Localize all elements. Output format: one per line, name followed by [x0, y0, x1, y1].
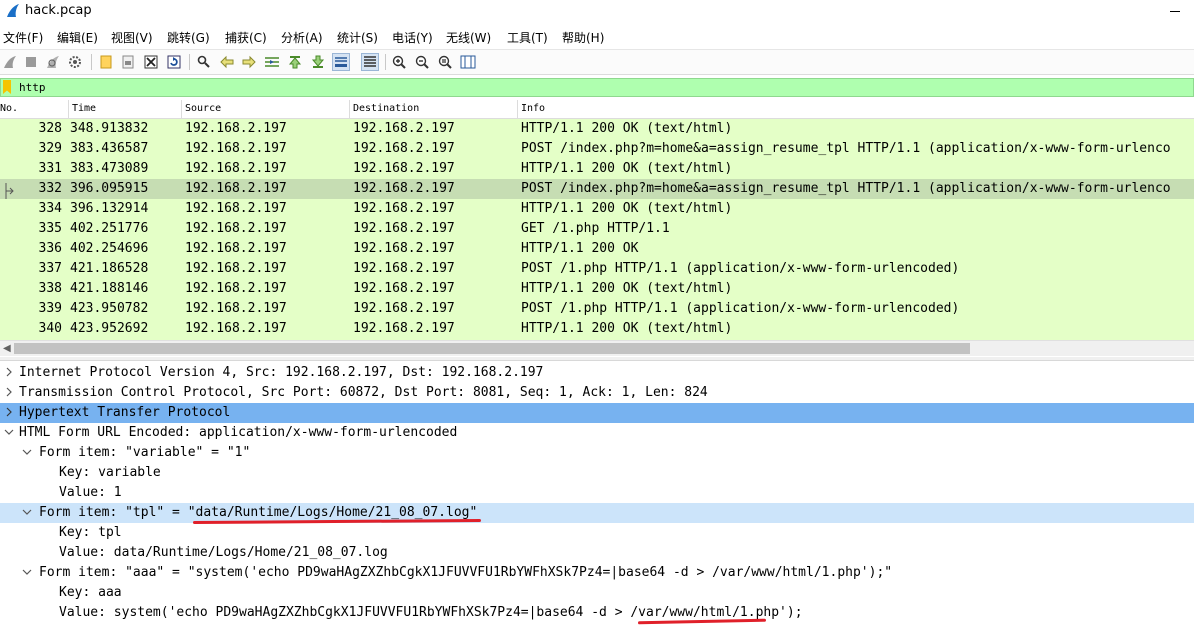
menu-wireless[interactable]: 无线(W) — [446, 29, 491, 46]
capture-options-gear-icon[interactable] — [66, 53, 84, 71]
column-header-destination[interactable]: Destination — [349, 100, 517, 119]
autoscroll-icon[interactable] — [332, 53, 350, 71]
pane-splitter[interactable] — [0, 357, 1194, 361]
tree-item-form-variable[interactable]: Form item: "variable" = "1" — [0, 443, 1194, 463]
minimize-icon[interactable] — [1170, 11, 1180, 12]
chevron-down-icon[interactable] — [3, 426, 15, 438]
filter-bookmark-icon[interactable] — [3, 80, 11, 94]
window-title: hack.pcap — [25, 3, 92, 18]
tree-item-value[interactable]: Value: system('echo PD9waHAgZXZhbCgkX1JF… — [0, 603, 1194, 623]
reload-icon[interactable] — [165, 53, 183, 71]
display-filter-input[interactable]: http — [19, 81, 46, 94]
chevron-down-icon[interactable] — [21, 506, 33, 518]
go-to-packet-icon[interactable] — [263, 53, 281, 71]
menu-analyze[interactable]: 分析(A) — [281, 29, 323, 46]
tree-item-key[interactable]: Key: variable — [0, 463, 1194, 483]
stop-square-icon[interactable] — [22, 53, 40, 71]
packet-details-tree: Internet Protocol Version 4, Src: 192.16… — [0, 363, 1194, 629]
go-first-icon[interactable] — [286, 53, 304, 71]
go-back-icon[interactable] — [218, 53, 236, 71]
tree-item-http[interactable]: Hypertext Transfer Protocol — [0, 403, 1194, 423]
menu-edit[interactable]: 编辑(E) — [57, 29, 98, 46]
display-filter-bar[interactable]: http — [0, 78, 1194, 97]
packet-row-selected[interactable]: 332 396.095915 192.168.2.197 192.168.2.1… — [0, 179, 1194, 199]
menu-view[interactable]: 视图(V) — [111, 29, 153, 46]
packet-list-hscrollbar[interactable]: ◀ — [0, 340, 1194, 356]
column-header-info[interactable]: Info — [517, 100, 1194, 119]
tree-item-ipv4[interactable]: Internet Protocol Version 4, Src: 192.16… — [0, 363, 1194, 383]
menu-telephony[interactable]: 电话(Y) — [392, 29, 433, 46]
packet-row[interactable]: 328 348.913832 192.168.2.197 192.168.2.1… — [0, 119, 1194, 139]
column-header-time[interactable]: Time — [68, 100, 181, 119]
packet-row[interactable]: 336 402.254696 192.168.2.197 192.168.2.1… — [0, 239, 1194, 259]
save-file-icon[interactable] — [119, 53, 137, 71]
packet-row[interactable]: 331 383.473089 192.168.2.197 192.168.2.1… — [0, 159, 1194, 179]
chevron-down-icon[interactable] — [21, 446, 33, 458]
tree-item-value[interactable]: Value: 1 — [0, 483, 1194, 503]
zoom-out-icon[interactable] — [413, 53, 431, 71]
resize-columns-icon[interactable] — [459, 53, 477, 71]
chevron-right-icon[interactable] — [3, 406, 15, 418]
tree-item-form-tpl[interactable]: Form item: "tpl" = "data/Runtime/Logs/Ho… — [0, 503, 1194, 523]
menu-tools[interactable]: 工具(T) — [507, 29, 548, 46]
packet-list-header: No. Time Source Destination Info — [0, 100, 1194, 119]
tree-item-form-urlencoded[interactable]: HTML Form URL Encoded: application/x-www… — [0, 423, 1194, 443]
find-packet-icon[interactable] — [195, 53, 213, 71]
menu-help[interactable]: 帮助(H) — [562, 29, 604, 46]
shark-fin-start-icon[interactable] — [1, 53, 19, 71]
zoom-normal-icon[interactable] — [436, 53, 454, 71]
wireshark-fin-icon — [7, 4, 19, 17]
title-bar: hack.pcap — [0, 0, 1194, 24]
packet-row[interactable]: 329 383.436587 192.168.2.197 192.168.2.1… — [0, 139, 1194, 159]
close-file-icon[interactable] — [142, 53, 160, 71]
go-forward-icon[interactable] — [240, 53, 258, 71]
zoom-in-icon[interactable] — [390, 53, 408, 71]
main-toolbar — [0, 49, 1194, 75]
menu-statistics[interactable]: 统计(S) — [337, 29, 378, 46]
scroll-left-icon[interactable]: ◀ — [3, 343, 11, 354]
tree-item-form-aaa[interactable]: Form item: "aaa" = "system('echo PD9waHA… — [0, 563, 1194, 583]
chevron-right-icon[interactable] — [3, 366, 15, 378]
packet-list: 328 348.913832 192.168.2.197 192.168.2.1… — [0, 119, 1194, 340]
menu-file[interactable]: 文件(F) — [3, 29, 43, 46]
chevron-down-icon[interactable] — [21, 566, 33, 578]
packet-row[interactable]: 337 421.186528 192.168.2.197 192.168.2.1… — [0, 259, 1194, 279]
column-header-source[interactable]: Source — [181, 100, 349, 119]
packet-row[interactable]: 339 423.950782 192.168.2.197 192.168.2.1… — [0, 299, 1194, 319]
colorize-icon[interactable] — [361, 53, 379, 71]
tree-item-key[interactable]: Key: tpl — [0, 523, 1194, 543]
go-last-icon[interactable] — [309, 53, 327, 71]
chevron-right-icon[interactable] — [3, 386, 15, 398]
scrollbar-thumb[interactable] — [14, 343, 970, 354]
menu-capture[interactable]: 捕获(C) — [225, 29, 267, 46]
menu-go[interactable]: 跳转(G) — [167, 29, 210, 46]
selected-packet-number: 332 — [38, 181, 62, 196]
menu-bar: 文件(F) 编辑(E) 视图(V) 跳转(G) 捕获(C) 分析(A) 统计(S… — [0, 27, 1194, 47]
packet-row[interactable]: 335 402.251776 192.168.2.197 192.168.2.1… — [0, 219, 1194, 239]
open-folder-icon[interactable] — [97, 53, 115, 71]
packet-row[interactable]: 334 396.132914 192.168.2.197 192.168.2.1… — [0, 199, 1194, 219]
restart-fin-icon[interactable] — [44, 53, 62, 71]
tree-item-value[interactable]: Value: data/Runtime/Logs/Home/21_08_07.l… — [0, 543, 1194, 563]
packet-row[interactable]: 340 423.952692 192.168.2.197 192.168.2.1… — [0, 319, 1194, 339]
column-header-no[interactable]: No. — [0, 100, 68, 119]
packet-row[interactable]: 338 421.188146 192.168.2.197 192.168.2.1… — [0, 279, 1194, 299]
tree-item-key[interactable]: Key: aaa — [0, 583, 1194, 603]
tree-item-tcp[interactable]: Transmission Control Protocol, Src Port:… — [0, 383, 1194, 403]
